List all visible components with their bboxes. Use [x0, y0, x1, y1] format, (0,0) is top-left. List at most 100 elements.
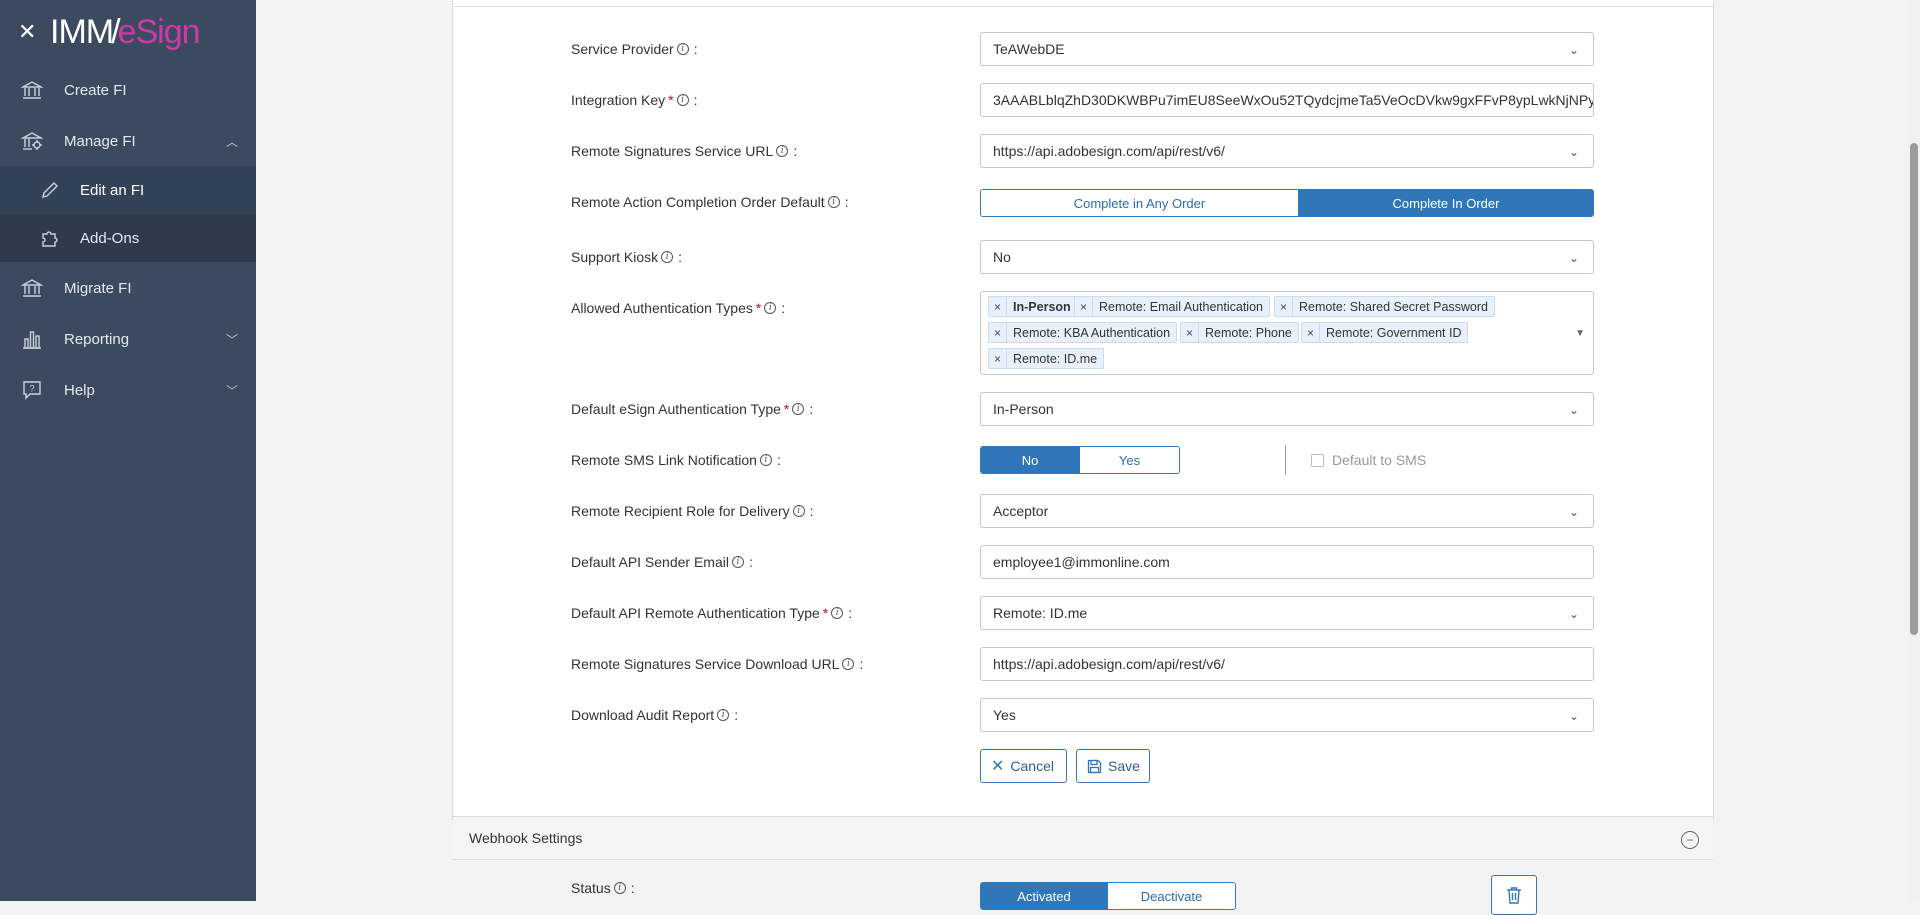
divider	[1285, 445, 1286, 475]
delete-button[interactable]	[1491, 875, 1537, 915]
chevron-down-icon: ⌄	[1568, 607, 1579, 621]
sender-email-input[interactable]: employee1@immonline.com	[980, 545, 1594, 579]
close-icon[interactable]: ✕	[18, 19, 38, 45]
recipient-role-select[interactable]: Acceptor ⌄	[980, 494, 1594, 528]
completion-order-label: Remote Action Completion Order Default i…	[571, 194, 849, 210]
complete-in-order-option[interactable]: Complete In Order	[1298, 190, 1593, 216]
sidebar-item-manage-fi[interactable]: Manage FI ︿	[0, 117, 256, 165]
default-to-sms-checkbox[interactable]: Default to SMS	[1311, 446, 1426, 474]
remove-tag-icon[interactable]: ×	[1275, 297, 1294, 316]
remove-tag-icon[interactable]: ×	[989, 297, 1008, 316]
close-icon: ✕	[991, 758, 1005, 775]
tag-government-id: × Remote: Government ID	[1301, 322, 1469, 343]
checkbox-box[interactable]	[1311, 453, 1324, 467]
auth-types-label: Allowed Authentication Types * i :	[571, 300, 786, 316]
tag-phone: × Remote: Phone	[1180, 322, 1299, 343]
info-icon[interactable]: i	[831, 607, 844, 619]
sidebar-item-label: Create FI	[64, 81, 127, 99]
tag-email-auth: × Remote: Email Authentication	[1074, 296, 1270, 317]
fi-settings-card: Service Provider i : TeAWebDE ⌄ Integrat…	[452, 0, 1714, 915]
service-provider-select[interactable]: TeAWebDE ⌄	[980, 32, 1594, 66]
recipient-role-label: Remote Recipient Role for Delivery i :	[571, 503, 814, 519]
audit-report-select[interactable]: Yes ⌄	[980, 698, 1594, 732]
info-icon[interactable]: i	[759, 454, 772, 466]
scrollbar-thumb[interactable]	[1910, 143, 1918, 635]
puzzle-icon	[38, 228, 62, 248]
sidebar-item-help[interactable]: ? Help ﹀	[0, 366, 256, 414]
collapse-icon[interactable]: −	[1681, 831, 1699, 849]
save-button[interactable]: Save	[1076, 749, 1150, 783]
info-icon[interactable]: i	[776, 145, 789, 157]
sms-link-toggle: No Yes	[980, 446, 1180, 474]
auth-types-multiselect[interactable]: × In-Person × Remote: Email Authenticati…	[980, 291, 1594, 375]
sidebar-item-create-fi[interactable]: Create FI	[0, 66, 256, 114]
info-icon[interactable]: i	[792, 403, 805, 415]
pencil-icon	[38, 180, 62, 200]
sidebar-item-label: Edit an FI	[80, 181, 145, 199]
info-icon[interactable]: i	[764, 302, 777, 314]
chevron-down-icon: ⌄	[1568, 709, 1579, 723]
sidebar-item-reporting[interactable]: Reporting ﹀	[0, 315, 256, 363]
webhook-settings-header[interactable]: Webhook Settings −	[453, 816, 1713, 860]
integration-key-input[interactable]: 3AAABLblqZhD30DKWBPu7imEU8SeeWxOu52TQydc…	[980, 83, 1594, 117]
sidebar-item-label: Add-Ons	[80, 229, 140, 247]
info-icon[interactable]: i	[676, 43, 689, 55]
info-icon[interactable]: i	[661, 251, 674, 263]
info-icon[interactable]: i	[731, 556, 744, 568]
remove-tag-icon[interactable]: ×	[989, 323, 1008, 342]
chevron-down-icon: ⌄	[1568, 251, 1579, 265]
bank-icon	[20, 276, 44, 300]
info-icon[interactable]: i	[717, 709, 730, 721]
download-url-input[interactable]: https://api.adobesign.com/api/rest/v6/	[980, 647, 1594, 681]
sidebar-item-label: Manage FI	[64, 132, 136, 150]
sidebar-item-edit-fi[interactable]: Edit an FI	[0, 166, 256, 214]
remove-tag-icon[interactable]: ×	[1181, 323, 1200, 342]
caret-down-icon[interactable]: ▼	[1575, 328, 1585, 339]
sidebar-item-migrate-fi[interactable]: Migrate FI	[0, 264, 256, 312]
info-icon[interactable]: i	[842, 658, 855, 670]
tag-kba-auth: × Remote: KBA Authentication	[988, 322, 1178, 343]
sidebar-item-label: Help	[64, 381, 95, 399]
trash-icon	[1506, 886, 1522, 904]
webhook-status-toggle: Activated Deactivate	[980, 882, 1236, 910]
webhook-status-label: Status i :	[571, 880, 635, 896]
help-bubble-icon: ?	[20, 378, 44, 402]
sidebar-item-add-ons[interactable]: Add-Ons	[0, 214, 256, 262]
tag-shared-secret: × Remote: Shared Secret Password	[1274, 296, 1495, 317]
remove-tag-icon[interactable]: ×	[1302, 323, 1321, 342]
service-provider-label: Service Provider i :	[571, 41, 698, 57]
service-url-select[interactable]: https://api.adobesign.com/api/rest/v6/ ⌄	[980, 134, 1594, 168]
activated-option[interactable]: Activated	[981, 883, 1108, 909]
info-icon[interactable]: i	[827, 196, 840, 208]
info-icon[interactable]: i	[676, 94, 689, 106]
completion-order-toggle: Complete in Any Order Complete In Order	[980, 189, 1594, 217]
remove-tag-icon[interactable]: ×	[1075, 297, 1094, 316]
logo-esign: eSign	[117, 12, 201, 51]
service-url-label: Remote Signatures Service URL i :	[571, 143, 798, 159]
deactivate-option[interactable]: Deactivate	[1108, 883, 1235, 909]
tag-in-person: × In-Person	[988, 296, 1078, 317]
support-kiosk-select[interactable]: No ⌄	[980, 240, 1594, 274]
chevron-down-icon: ⌄	[1568, 145, 1579, 159]
sms-yes-option[interactable]: Yes	[1080, 447, 1179, 473]
sidebar-item-label: Migrate FI	[64, 279, 132, 297]
floppy-disk-icon	[1087, 759, 1102, 774]
api-remote-auth-select[interactable]: Remote: ID.me ⌄	[980, 596, 1594, 630]
chevron-down-icon: ﹀	[225, 332, 238, 347]
chevron-down-icon: ﹀	[225, 383, 238, 398]
scrollbar[interactable]	[1908, 0, 1920, 901]
chevron-down-icon: ⌄	[1568, 505, 1579, 519]
sms-no-option[interactable]: No	[981, 447, 1080, 473]
info-icon[interactable]: i	[792, 505, 805, 517]
info-icon[interactable]: i	[613, 882, 626, 894]
bank-icon	[20, 78, 44, 102]
remove-tag-icon[interactable]: ×	[989, 349, 1008, 368]
cancel-button[interactable]: ✕ Cancel	[980, 749, 1067, 783]
default-auth-select[interactable]: In-Person ⌄	[980, 392, 1594, 426]
sms-link-label: Remote SMS Link Notification i :	[571, 452, 781, 468]
integration-key-label: Integration Key * i :	[571, 92, 698, 108]
api-remote-auth-label: Default API Remote Authentication Type *…	[571, 605, 853, 621]
default-auth-label: Default eSign Authentication Type * i :	[571, 401, 814, 417]
complete-any-order-option[interactable]: Complete in Any Order	[981, 190, 1299, 216]
chevron-down-icon: ⌄	[1568, 403, 1579, 417]
